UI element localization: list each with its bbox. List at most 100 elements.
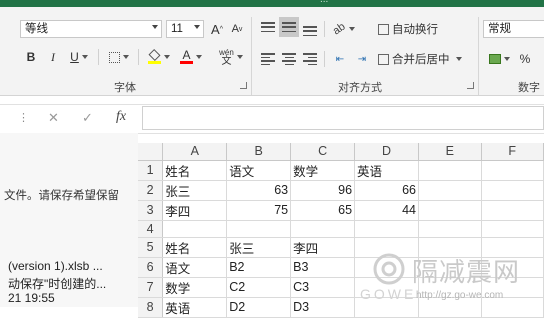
cell-d2[interactable]: 66: [354, 180, 419, 201]
alignment-dialog-launcher-icon[interactable]: [467, 82, 474, 89]
middle-align-button[interactable]: [279, 17, 299, 37]
cell-a7[interactable]: 数学: [162, 277, 228, 298]
recovery-message: 文件。请保存希望保留: [4, 190, 119, 202]
cell-c5[interactable]: 李四: [290, 237, 356, 258]
cancel-icon[interactable]: ✕: [48, 110, 59, 126]
align-right-button[interactable]: [300, 49, 320, 69]
row-header[interactable]: 4: [138, 220, 164, 238]
bold-button[interactable]: B: [22, 47, 40, 67]
wrap-text-label: 自动换行: [392, 24, 438, 36]
phonetic-guide-button[interactable]: wén 文: [214, 45, 248, 69]
cell-f1[interactable]: [481, 160, 544, 181]
cell-b5[interactable]: 张三: [226, 237, 292, 258]
cell-c1[interactable]: 数学: [290, 160, 356, 181]
cell-b1[interactable]: 语文: [226, 160, 292, 181]
cell-a4[interactable]: [162, 220, 228, 238]
percent-glyph: %: [519, 52, 531, 66]
increase-indent-button[interactable]: ⇥: [352, 49, 372, 69]
font-size-dropdown[interactable]: 11: [166, 20, 204, 38]
select-all-corner[interactable]: [138, 143, 164, 161]
cell-a2[interactable]: 张三: [162, 180, 228, 201]
document-recovery-panel: 文件。请保存希望保留 (version 1).xlsb ... 动保存"时创建的…: [0, 133, 138, 307]
row-header[interactable]: 2: [138, 180, 164, 201]
merge-center-button[interactable]: 合并后居中: [378, 49, 474, 69]
align-left-button[interactable]: [258, 49, 278, 69]
row-header[interactable]: 1: [138, 160, 164, 181]
cell-c7[interactable]: C3: [290, 277, 356, 298]
column-header[interactable]: F: [481, 143, 544, 161]
cell-c8[interactable]: D3: [290, 297, 356, 318]
fill-color-button[interactable]: [144, 47, 174, 67]
cell-b6[interactable]: B2: [226, 257, 292, 278]
decrease-font-size-button[interactable]: Av: [228, 19, 246, 39]
cell-c4[interactable]: [290, 220, 356, 238]
font-name-dropdown[interactable]: 等线: [20, 20, 162, 38]
row-header[interactable]: 6: [138, 257, 164, 278]
font-size-value: 11: [171, 23, 183, 35]
cell-a1[interactable]: 姓名: [162, 160, 228, 181]
column-header[interactable]: C: [290, 143, 356, 161]
increase-font-size-button[interactable]: A ^: [208, 19, 226, 39]
recovery-file-time: 21 19:55: [8, 291, 55, 305]
recovery-file-item[interactable]: (version 1).xlsb ... 动保存"时创建的... 21 19:5…: [0, 253, 138, 307]
cell-b3[interactable]: 75: [226, 200, 292, 221]
formula-input[interactable]: [142, 106, 544, 130]
row-header[interactable]: 5: [138, 237, 164, 258]
cell-b2[interactable]: 63: [226, 180, 292, 201]
cell-e1[interactable]: [418, 160, 482, 181]
row-header[interactable]: 3: [138, 200, 164, 221]
underline-button[interactable]: U: [64, 47, 94, 67]
column-header[interactable]: A: [162, 143, 228, 161]
top-align-button[interactable]: [258, 17, 278, 37]
cell-e2[interactable]: [418, 180, 482, 201]
borders-button[interactable]: [104, 47, 134, 67]
percent-style-button[interactable]: %: [516, 49, 534, 69]
cell-b8[interactable]: D2: [226, 297, 292, 318]
wrap-text-button[interactable]: 自动换行: [378, 19, 448, 39]
font-group-label: 字体: [114, 82, 136, 94]
cell-a6[interactable]: 语文: [162, 257, 228, 278]
cell-c6[interactable]: B3: [290, 257, 356, 278]
orientation-button[interactable]: ab: [330, 19, 358, 39]
cell-d1[interactable]: 英语: [354, 160, 419, 181]
cell-a5[interactable]: 姓名: [162, 237, 228, 258]
insert-function-icon[interactable]: fx: [116, 109, 126, 125]
recovery-file-name: (version 1).xlsb ...: [8, 259, 103, 273]
cell-d4[interactable]: [354, 220, 419, 238]
italic-glyph: I: [51, 49, 55, 64]
font-dialog-launcher-icon[interactable]: [240, 82, 247, 89]
chevron-down-icon: [164, 55, 170, 59]
cell-a3[interactable]: 李四: [162, 200, 228, 221]
column-header[interactable]: E: [418, 143, 482, 161]
decrease-indent-button[interactable]: ⇤: [330, 49, 350, 69]
number-format-dropdown[interactable]: 常规: [483, 20, 544, 38]
font-color-button[interactable]: A: [176, 47, 206, 67]
phonetic-icon: wén 文: [219, 48, 234, 67]
cell-a8[interactable]: 英语: [162, 297, 228, 318]
cell-e4[interactable]: [418, 220, 482, 238]
accounting-format-button[interactable]: [484, 49, 514, 69]
align-center-button[interactable]: [279, 49, 299, 69]
cell-f2[interactable]: [481, 180, 544, 201]
column-header[interactable]: B: [226, 143, 292, 161]
cell-f4[interactable]: [481, 220, 544, 238]
cell-c2[interactable]: 96: [290, 180, 356, 201]
cell-b4[interactable]: [226, 220, 292, 238]
cell-e3[interactable]: [418, 200, 482, 221]
row-header[interactable]: 7: [138, 277, 164, 298]
cell-b7[interactable]: C2: [226, 277, 292, 298]
more-options-icon[interactable]: ⋮: [18, 111, 29, 124]
cell-f3[interactable]: [481, 200, 544, 221]
bottom-align-button[interactable]: [300, 21, 320, 41]
italic-button[interactable]: I: [44, 47, 62, 67]
column-header[interactable]: D: [354, 143, 419, 161]
underline-glyph: U: [70, 50, 79, 64]
shrink-font-glyph: A: [231, 23, 239, 35]
cell-c3[interactable]: 65: [290, 200, 356, 221]
watermark-brand: 隔减震网: [412, 258, 521, 288]
font-name-value: 等线: [25, 23, 48, 35]
enter-icon[interactable]: ✓: [82, 110, 93, 126]
merge-center-label: 合并后居中: [392, 54, 450, 66]
cell-d3[interactable]: 44: [354, 200, 419, 221]
row-header[interactable]: 8: [138, 297, 164, 318]
